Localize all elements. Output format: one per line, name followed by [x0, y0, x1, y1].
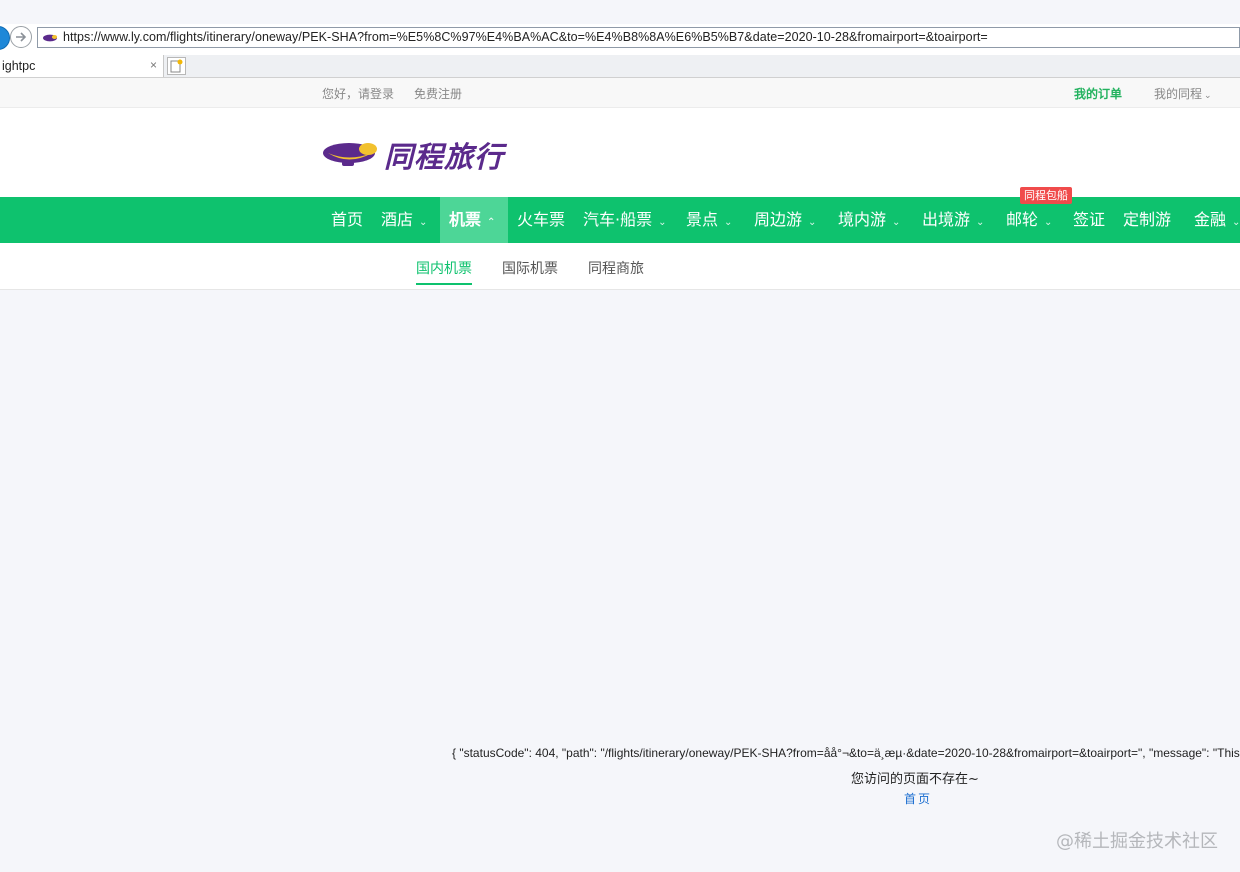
address-input[interactable]: https://www.ly.com/flights/itinerary/one…	[37, 27, 1240, 48]
chevron-down-icon: ⌄	[808, 217, 817, 228]
site-favicon-icon	[43, 34, 58, 42]
nav-item-flights[interactable]: 机票 ⌃	[440, 197, 508, 243]
nav-item-outbound-tours[interactable]: 出境游 ⌄	[922, 197, 984, 243]
chevron-down-icon: ⌄	[976, 217, 985, 228]
nav-item-train[interactable]: 火车票	[517, 197, 565, 243]
nav-label: 景点	[686, 210, 719, 229]
login-link[interactable]: 您好，请登录	[322, 85, 394, 102]
tab-title: ightpc	[2, 59, 36, 73]
home-link[interactable]: 首页	[904, 790, 932, 807]
nav-label: 首页	[331, 210, 364, 229]
nav-item-domestic-tours[interactable]: 境内游 ⌄	[838, 197, 900, 243]
nav-item-nearby-tours[interactable]: 周边游 ⌄	[754, 197, 816, 243]
site-topbar: 您好，请登录 免费注册 我的订单 我的同程 ⌄	[0, 78, 1240, 108]
address-bar-row: https://www.ly.com/flights/itinerary/one…	[0, 24, 1240, 56]
blimp-logo-icon	[323, 143, 377, 166]
url-text: https://www.ly.com/flights/itinerary/one…	[63, 30, 988, 44]
cruise-charter-badge: 同程包船	[1020, 187, 1072, 204]
subnav-domestic-flights[interactable]: 国内机票	[416, 258, 472, 278]
chevron-up-icon: ⌃	[487, 217, 496, 228]
nav-label: 机票	[449, 210, 482, 229]
nav-item-hotel[interactable]: 酒店 ⌄	[381, 197, 427, 243]
chevron-down-icon: ⌄	[892, 217, 901, 228]
chevron-down-icon: ⌄	[658, 217, 667, 228]
chevron-down-icon: ⌄	[1204, 91, 1212, 101]
my-trip-label: 我的同程	[1154, 87, 1203, 101]
error-json-text: { "statusCode": 404, "path": "/flights/i…	[452, 746, 1240, 760]
site-logo[interactable]: 同程旅行	[322, 136, 512, 174]
nav-label: 邮轮	[1006, 210, 1039, 229]
chevron-down-icon: ⌄	[1044, 217, 1053, 228]
nav-item-bus-ship[interactable]: 汽车·船票 ⌄	[583, 197, 666, 243]
active-tab-underline	[416, 283, 472, 285]
chevron-down-icon: ⌄	[724, 217, 733, 228]
error-message: 您访问的页面不存在~	[851, 772, 979, 787]
browser-tab[interactable]: ightpc ×	[0, 55, 164, 77]
flight-subnav: 国内机票 国际机票 同程商旅	[0, 243, 1240, 290]
nav-label: 出境游	[922, 210, 971, 229]
tab-close-icon[interactable]: ×	[150, 58, 157, 72]
tab-strip: ightpc ×	[0, 55, 1240, 78]
nav-item-custom-tours[interactable]: 定制游	[1123, 197, 1171, 243]
chevron-down-icon: ⌄	[419, 217, 428, 228]
nav-item-home[interactable]: 首页	[331, 197, 363, 243]
nav-label: 汽车·船票	[583, 210, 653, 229]
subnav-business-travel[interactable]: 同程商旅	[588, 258, 644, 278]
new-tab-button[interactable]	[167, 57, 186, 75]
nav-label: 定制游	[1123, 210, 1172, 229]
chevron-down-icon: ⌄	[1232, 217, 1240, 228]
nav-item-finance[interactable]: 金融 ⌄	[1194, 197, 1240, 243]
nav-label: 签证	[1073, 210, 1106, 229]
logo-text: 同程旅行	[384, 140, 505, 174]
new-tab-icon	[170, 59, 183, 73]
site-header: 同程旅行	[0, 108, 1240, 197]
back-button[interactable]	[0, 26, 10, 50]
nav-label: 酒店	[381, 210, 414, 229]
nav-label: 金融	[1194, 210, 1227, 229]
forward-arrow-icon	[16, 32, 27, 42]
forward-button[interactable]	[10, 26, 32, 48]
subnav-international-flights[interactable]: 国际机票	[502, 258, 558, 278]
my-trip-menu[interactable]: 我的同程 ⌄	[1154, 85, 1212, 102]
my-orders-link[interactable]: 我的订单	[1074, 85, 1122, 102]
nav-label: 火车票	[517, 210, 566, 229]
nav-item-attractions[interactable]: 景点 ⌄	[686, 197, 732, 243]
watermark: @稀土掘金技术社区	[1056, 831, 1218, 852]
nav-item-visa[interactable]: 签证	[1073, 197, 1105, 243]
register-link[interactable]: 免费注册	[414, 85, 462, 102]
nav-label: 周边游	[754, 210, 803, 229]
nav-label: 境内游	[838, 210, 887, 229]
